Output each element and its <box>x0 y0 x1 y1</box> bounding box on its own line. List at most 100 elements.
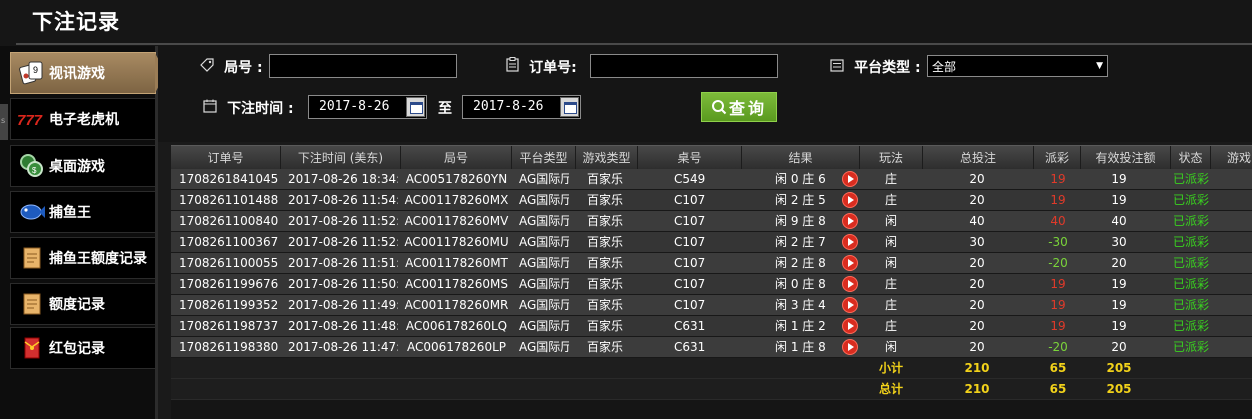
cell-round-number: AC001178260MU <box>404 235 509 249</box>
sidebar-collapse-handle[interactable]: s <box>0 104 8 140</box>
col-payout[interactable]: 派彩 <box>1034 146 1081 170</box>
cell-play-type: 庄 <box>884 298 897 312</box>
cell-bet-time: 2017-08-26 11:52:0 <box>288 235 398 249</box>
cell-round-number: AC001178260MV <box>404 214 509 228</box>
calendar-picker-icon[interactable] <box>406 97 425 117</box>
cell-result: 闲 2 庄 5 <box>775 193 826 207</box>
cell-result: 闲 0 庄 8 <box>775 277 826 291</box>
sidebar-item-credit-records[interactable]: 额度记录 <box>10 283 156 325</box>
sidebar-item-red-envelope[interactable]: 红包记录 <box>10 327 156 369</box>
play-replay-icon[interactable] <box>842 171 858 187</box>
cell-valid-bet: 30 <box>1111 235 1127 249</box>
cell-valid-bet: 20 <box>1111 340 1127 354</box>
table-row[interactable]: 17082618410452 2017-08-26 18:34:5 AC005178… <box>171 169 1252 190</box>
cell-valid-bet: 40 <box>1111 214 1127 228</box>
cell-table-number: C631 <box>674 340 706 354</box>
sidebar-item-slot-machines[interactable]: 777 电子老虎机 <box>10 98 156 140</box>
cell-payout: 19 <box>1050 298 1066 312</box>
col-game-type[interactable]: 游戏类型 <box>576 146 638 170</box>
col-game[interactable]: 游戏 <box>1211 146 1252 170</box>
table-row[interactable]: 17082611993522 2017-08-26 11:49:5 AC001178… <box>171 295 1252 316</box>
table-row[interactable]: 17082611996760 2017-08-26 11:50:1 AC001178… <box>171 274 1252 295</box>
col-valid-bet[interactable]: 有效投注额 <box>1081 146 1171 170</box>
order-label: 订单号: <box>506 57 577 77</box>
sidebar-item-live-games[interactable]: 9 视讯游戏 <box>10 52 166 94</box>
cell-order-number: 17082611014888 <box>179 193 279 207</box>
bet-records-table: 订单号 下注时间 (美东) 局号 平台类型 游戏类型 桌号 结果 玩法 总投注 … <box>171 145 1252 419</box>
table-row[interactable]: 17082611987378 2017-08-26 11:48:4 AC006178… <box>171 316 1252 337</box>
col-table-number[interactable]: 桌号 <box>638 146 742 170</box>
cell-game-type: 百家乐 <box>587 235 624 249</box>
col-round-number[interactable]: 局号 <box>401 146 512 170</box>
col-platform-type[interactable]: 平台类型 <box>512 146 576 170</box>
cell-total-bet: 20 <box>969 298 985 312</box>
cell-valid-bet: 19 <box>1111 319 1127 333</box>
bet-time-label: 下注时间 : <box>203 98 294 118</box>
cell-payout: 40 <box>1050 214 1066 228</box>
order-number-input[interactable] <box>590 54 778 78</box>
play-replay-icon[interactable] <box>842 318 858 334</box>
play-replay-icon[interactable] <box>842 192 858 208</box>
cell-game-type: 百家乐 <box>587 172 624 186</box>
cell-game-type: 百家乐 <box>587 298 624 312</box>
playing-cards-icon: 9 <box>17 60 47 86</box>
cell-status: 已派彩 <box>1172 172 1209 186</box>
date-from-input[interactable]: 2017-8-26 <box>308 95 427 119</box>
cell-bet-time: 2017-08-26 11:48:4 <box>288 319 398 333</box>
filter-panel: 局号 : 订单号: 平台类型 : 全部 ▼ 下注时间 : 2017-8-26 至… <box>158 46 1252 142</box>
cell-payout: 19 <box>1050 172 1066 186</box>
sidebar-item-label: 捕鱼王 <box>49 205 91 221</box>
cell-payout: -30 <box>1048 235 1068 249</box>
sidebar-item-label: 视讯游戏 <box>49 66 105 82</box>
document-icon <box>17 291 47 317</box>
col-play-type[interactable]: 玩法 <box>860 146 923 170</box>
sidebar-item-fishing-king[interactable]: 捕鱼王 <box>10 191 156 233</box>
cell-round-number: AC006178260LQ <box>405 319 508 333</box>
cell-round-number: AC001178260MX <box>404 193 509 207</box>
col-status[interactable]: 状态 <box>1171 146 1211 170</box>
table-row[interactable]: 17082611000552 2017-08-26 11:51:2 AC001178… <box>171 253 1252 274</box>
play-replay-icon[interactable] <box>842 234 858 250</box>
summary-total-bet: 210 <box>964 382 990 396</box>
cell-bet-time: 2017-08-26 11:52:5 <box>288 214 398 228</box>
sidebar-item-fishing-king-credit[interactable]: 捕鱼王额度记录 <box>10 237 156 279</box>
play-replay-icon[interactable] <box>842 213 858 229</box>
date-to-input[interactable]: 2017-8-26 <box>462 95 581 119</box>
cell-play-type: 庄 <box>884 172 897 186</box>
cell-play-type: 闲 <box>884 256 897 270</box>
sidebar: s 9 视讯游戏 777 电子老虎机 $ 桌面游戏 捕鱼王 捕鱼王额度记录 额度… <box>0 46 166 419</box>
svg-text:$: $ <box>32 166 37 175</box>
play-replay-icon[interactable] <box>842 276 858 292</box>
cell-play-type: 庄 <box>884 319 897 333</box>
play-replay-icon[interactable] <box>842 339 858 355</box>
round-number-input[interactable] <box>269 54 457 78</box>
col-bet-time[interactable]: 下注时间 (美东) <box>281 146 401 170</box>
table-row[interactable]: 17082611003676 2017-08-26 11:52:0 AC001178… <box>171 232 1252 253</box>
cell-game-type: 百家乐 <box>587 193 624 207</box>
play-replay-icon[interactable] <box>842 297 858 313</box>
col-total-bet[interactable]: 总投注 <box>923 146 1034 170</box>
query-button[interactable]: 查询 <box>701 92 777 122</box>
sidebar-item-table-games[interactable]: $ 桌面游戏 <box>10 145 156 187</box>
table-row[interactable]: 17082611014888 2017-08-26 11:54:2 AC001178… <box>171 190 1252 211</box>
table-row[interactable]: 17082611983802 2017-08-26 11:47:5 AC006178… <box>171 337 1252 358</box>
cell-total-bet: 20 <box>969 319 985 333</box>
search-icon <box>711 99 727 115</box>
header-divider <box>16 43 1252 45</box>
table-row[interactable]: 17082611008403 2017-08-26 11:52:5 AC001178… <box>171 211 1252 232</box>
play-replay-icon[interactable] <box>842 255 858 271</box>
cell-platform-type: AG国际厅 <box>519 298 569 312</box>
tag-icon <box>200 58 218 76</box>
summary-valid-bet: 205 <box>1106 361 1132 375</box>
col-order-number[interactable]: 订单号 <box>171 146 281 170</box>
cell-total-bet: 20 <box>969 193 985 207</box>
cell-result: 闲 9 庄 8 <box>775 214 826 228</box>
cell-bet-time: 2017-08-26 11:50:1 <box>288 277 398 291</box>
col-result[interactable]: 结果 <box>742 146 860 170</box>
calendar-picker-icon[interactable] <box>560 97 579 117</box>
sidebar-item-label: 红包记录 <box>49 341 105 357</box>
cell-status: 已派彩 <box>1172 319 1209 333</box>
cell-status: 已派彩 <box>1172 256 1209 270</box>
cell-platform-type: AG国际厅 <box>519 193 569 207</box>
platform-type-select[interactable]: 全部 ▼ <box>927 55 1108 77</box>
